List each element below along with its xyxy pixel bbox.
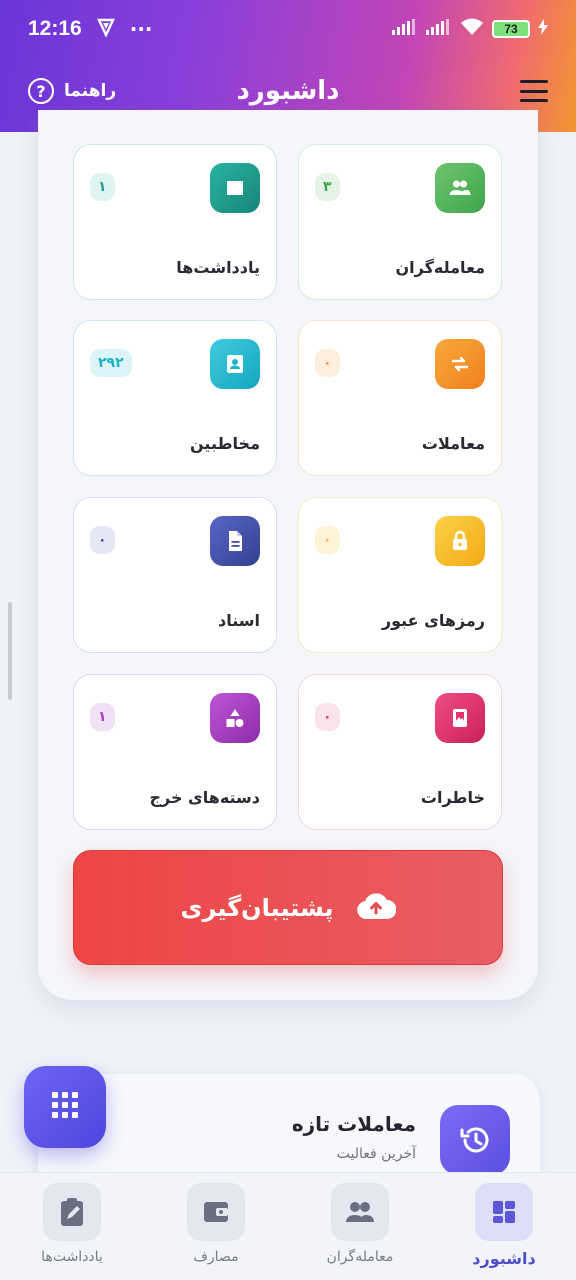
tile-label: یادداشت‌ها [176, 258, 260, 277]
help-button[interactable]: ? راهنما [28, 78, 116, 104]
charging-icon [538, 19, 548, 39]
tile-badge: ۳ [315, 173, 340, 201]
tile-traders[interactable]: ۳ معامله‌گران [298, 144, 502, 300]
tile-badge: ۰ [315, 349, 340, 377]
category-icon [210, 693, 260, 743]
wallet-icon [187, 1183, 245, 1241]
nav-label: مصارف [193, 1249, 239, 1265]
history-icon [440, 1105, 510, 1175]
recent-title: معاملات تازه [291, 1112, 416, 1136]
nav-label: داشبورد [472, 1249, 536, 1268]
tile-documents[interactable]: ۰ اسناد [73, 497, 277, 653]
signal-icon [392, 19, 418, 39]
tile-label: معامله‌گران [395, 258, 485, 277]
people-icon [435, 163, 485, 213]
nav-label: معامله‌گران [326, 1249, 394, 1265]
vpn-icon [96, 17, 116, 42]
nav-dashboard[interactable]: داشبورد [454, 1183, 554, 1273]
help-icon: ? [28, 78, 54, 104]
status-bar: 12:16 ··· 73 [0, 0, 576, 58]
nav-expenses[interactable]: مصارف [166, 1183, 266, 1273]
wifi-icon [460, 18, 484, 40]
tile-badge: ۰ [90, 526, 115, 554]
tile-label: اسناد [218, 611, 260, 630]
help-label: راهنما [64, 81, 117, 101]
hamburger-menu-icon[interactable] [520, 80, 548, 102]
tile-notes[interactable]: ۱ یادداشت‌ها [73, 144, 277, 300]
people-icon [331, 1183, 389, 1241]
contacts-icon [210, 339, 260, 389]
apps-fab-button[interactable] [24, 1066, 106, 1148]
backup-button[interactable]: پشتیبان‌گیری [73, 850, 503, 965]
tile-label: مخاطبین [190, 434, 260, 453]
grid-icon [50, 1090, 80, 1124]
tile-transactions[interactable]: ۰ معاملات [298, 320, 502, 476]
tile-label: رمزهای عبور [381, 611, 485, 630]
tile-badge: ۱ [90, 703, 115, 731]
lock-icon [435, 516, 485, 566]
tile-memories[interactable]: ۰ خاطرات [298, 674, 502, 830]
tile-badge: ۱ [90, 173, 115, 201]
backup-label: پشتیبان‌گیری [180, 893, 334, 922]
tile-expense-categories[interactable]: ۱ دسته‌های خرج [73, 674, 277, 830]
tile-passwords[interactable]: ۰ رمزهای عبور [298, 497, 502, 653]
recent-subtitle: آخرین فعالیت [336, 1146, 416, 1162]
scrollbar[interactable] [8, 602, 12, 700]
tile-label: معاملات [421, 434, 485, 453]
tile-badge: ۲۹۲ [90, 349, 132, 377]
tile-label: دسته‌های خرج [149, 788, 260, 807]
clipboard-icon [43, 1183, 101, 1241]
nav-label: یادداشت‌ها [41, 1249, 103, 1265]
note-icon [210, 163, 260, 213]
tile-label: خاطرات [420, 788, 485, 807]
more-dots: ··· [129, 17, 153, 41]
tile-contacts[interactable]: ۲۹۲ مخاطبین [73, 320, 277, 476]
signal-icon-2 [426, 19, 452, 39]
swap-icon [435, 339, 485, 389]
nav-notes[interactable]: یادداشت‌ها [22, 1183, 122, 1273]
dashboard-icon [475, 1183, 533, 1241]
tile-badge: ۰ [315, 703, 340, 731]
bottom-navigation: داشبورد معامله‌گران مصارف یادداشت‌ها [0, 1172, 576, 1280]
diary-icon [435, 693, 485, 743]
cloud-upload-icon [356, 891, 396, 925]
battery-indicator: 73 [492, 20, 530, 38]
document-icon [210, 516, 260, 566]
nav-traders[interactable]: معامله‌گران [310, 1183, 410, 1273]
tile-badge: ۰ [315, 526, 340, 554]
page-title: داشبورد [236, 76, 340, 106]
status-time: 12:16 [28, 17, 82, 40]
